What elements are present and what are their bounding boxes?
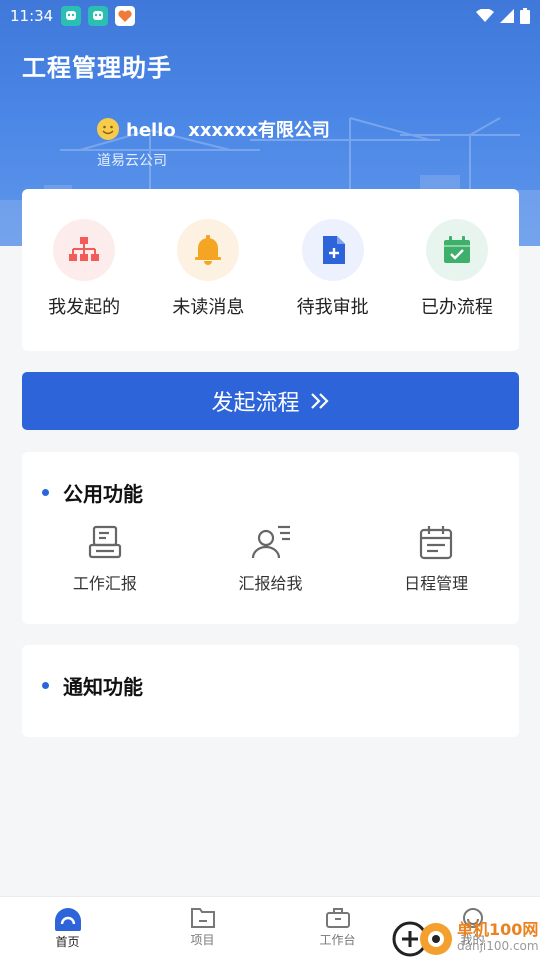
function-report-to-me[interactable]: 汇报给我	[188, 524, 354, 594]
smile-emoji-icon	[97, 118, 119, 140]
calendar-check-icon	[443, 236, 470, 263]
quick-action-icon-bg	[301, 219, 364, 281]
public-functions-card: 公用功能 工作汇报 汇报给我 日程管理	[22, 452, 519, 624]
quick-action-pending-approval[interactable]: 待我审批	[278, 219, 388, 351]
quick-action-my-initiated[interactable]: 我发起的	[29, 219, 139, 351]
calendar-icon	[420, 526, 453, 560]
greeting: hello xxxxxx有限公司	[96, 116, 330, 142]
tab-label: 项目	[190, 933, 215, 947]
quick-action-completed-flows[interactable]: 已办流程	[402, 219, 512, 351]
quick-action-label: 未读消息	[172, 297, 245, 318]
function-label: 汇报给我	[238, 574, 303, 593]
quick-action-label: 待我审批	[296, 297, 369, 318]
watermark: 单机100网 danji100.com	[390, 916, 539, 958]
folder-icon	[190, 908, 215, 928]
tab-projects[interactable]: 项目	[135, 897, 270, 960]
wifi-icon	[476, 9, 494, 22]
section-title-text: 通知功能	[63, 675, 143, 699]
section-dot	[42, 682, 49, 689]
status-time: 11:34	[10, 7, 54, 25]
public-functions-row: 工作汇报 汇报给我 日程管理	[22, 524, 519, 594]
tab-home[interactable]: 首页	[0, 897, 135, 960]
section-title: 公用功能	[42, 478, 143, 507]
section-dot	[42, 489, 49, 496]
start-process-label: 发起流程	[211, 391, 300, 416]
quick-action-icon-bg	[177, 219, 240, 281]
greeting-text: hello xxxxxx有限公司	[126, 120, 330, 141]
report-icon	[88, 525, 121, 559]
tab-workbench[interactable]: 工作台	[270, 897, 405, 960]
section-title: 通知功能	[42, 671, 143, 700]
battery-icon	[520, 8, 530, 24]
company-name: 道易云公司	[97, 153, 167, 169]
quick-action-icon-bg	[53, 219, 116, 281]
tab-label: 工作台	[319, 933, 356, 947]
user-list-icon	[251, 525, 290, 559]
bell-icon	[195, 235, 222, 265]
quick-action-label: 已办流程	[420, 297, 493, 318]
notify-functions-card: 通知功能	[22, 645, 519, 737]
watermark-name: 单机100网	[457, 920, 539, 939]
org-chart-icon	[69, 237, 100, 261]
start-process-button[interactable]: 发起流程	[22, 372, 519, 430]
quick-actions-card: 我发起的 未读消息 待我审批 已办流程	[22, 189, 519, 351]
signal-icon	[500, 9, 514, 23]
function-work-report[interactable]: 工作汇报	[22, 524, 188, 594]
function-label: 日程管理	[404, 574, 469, 593]
watermark-logo-icon	[392, 921, 452, 957]
quick-action-label: 我发起的	[48, 297, 121, 318]
status-bar: 11:34	[0, 0, 540, 32]
notification-app-icon	[88, 6, 109, 26]
document-plus-icon	[322, 236, 345, 264]
notification-app-icon	[115, 6, 136, 26]
function-label: 工作汇报	[72, 574, 137, 593]
quick-action-unread-messages[interactable]: 未读消息	[153, 219, 263, 351]
briefcase-icon	[325, 908, 350, 928]
section-title-text: 公用功能	[63, 482, 143, 506]
function-schedule-management[interactable]: 日程管理	[353, 524, 519, 594]
quick-action-icon-bg	[425, 219, 488, 281]
watermark-url: danji100.com	[457, 939, 539, 953]
tab-label: 首页	[55, 935, 80, 949]
app-title: 工程管理助手	[22, 54, 172, 82]
double-chevron-right-icon	[310, 393, 329, 409]
home-icon	[54, 908, 81, 931]
notification-app-icon	[61, 6, 82, 26]
